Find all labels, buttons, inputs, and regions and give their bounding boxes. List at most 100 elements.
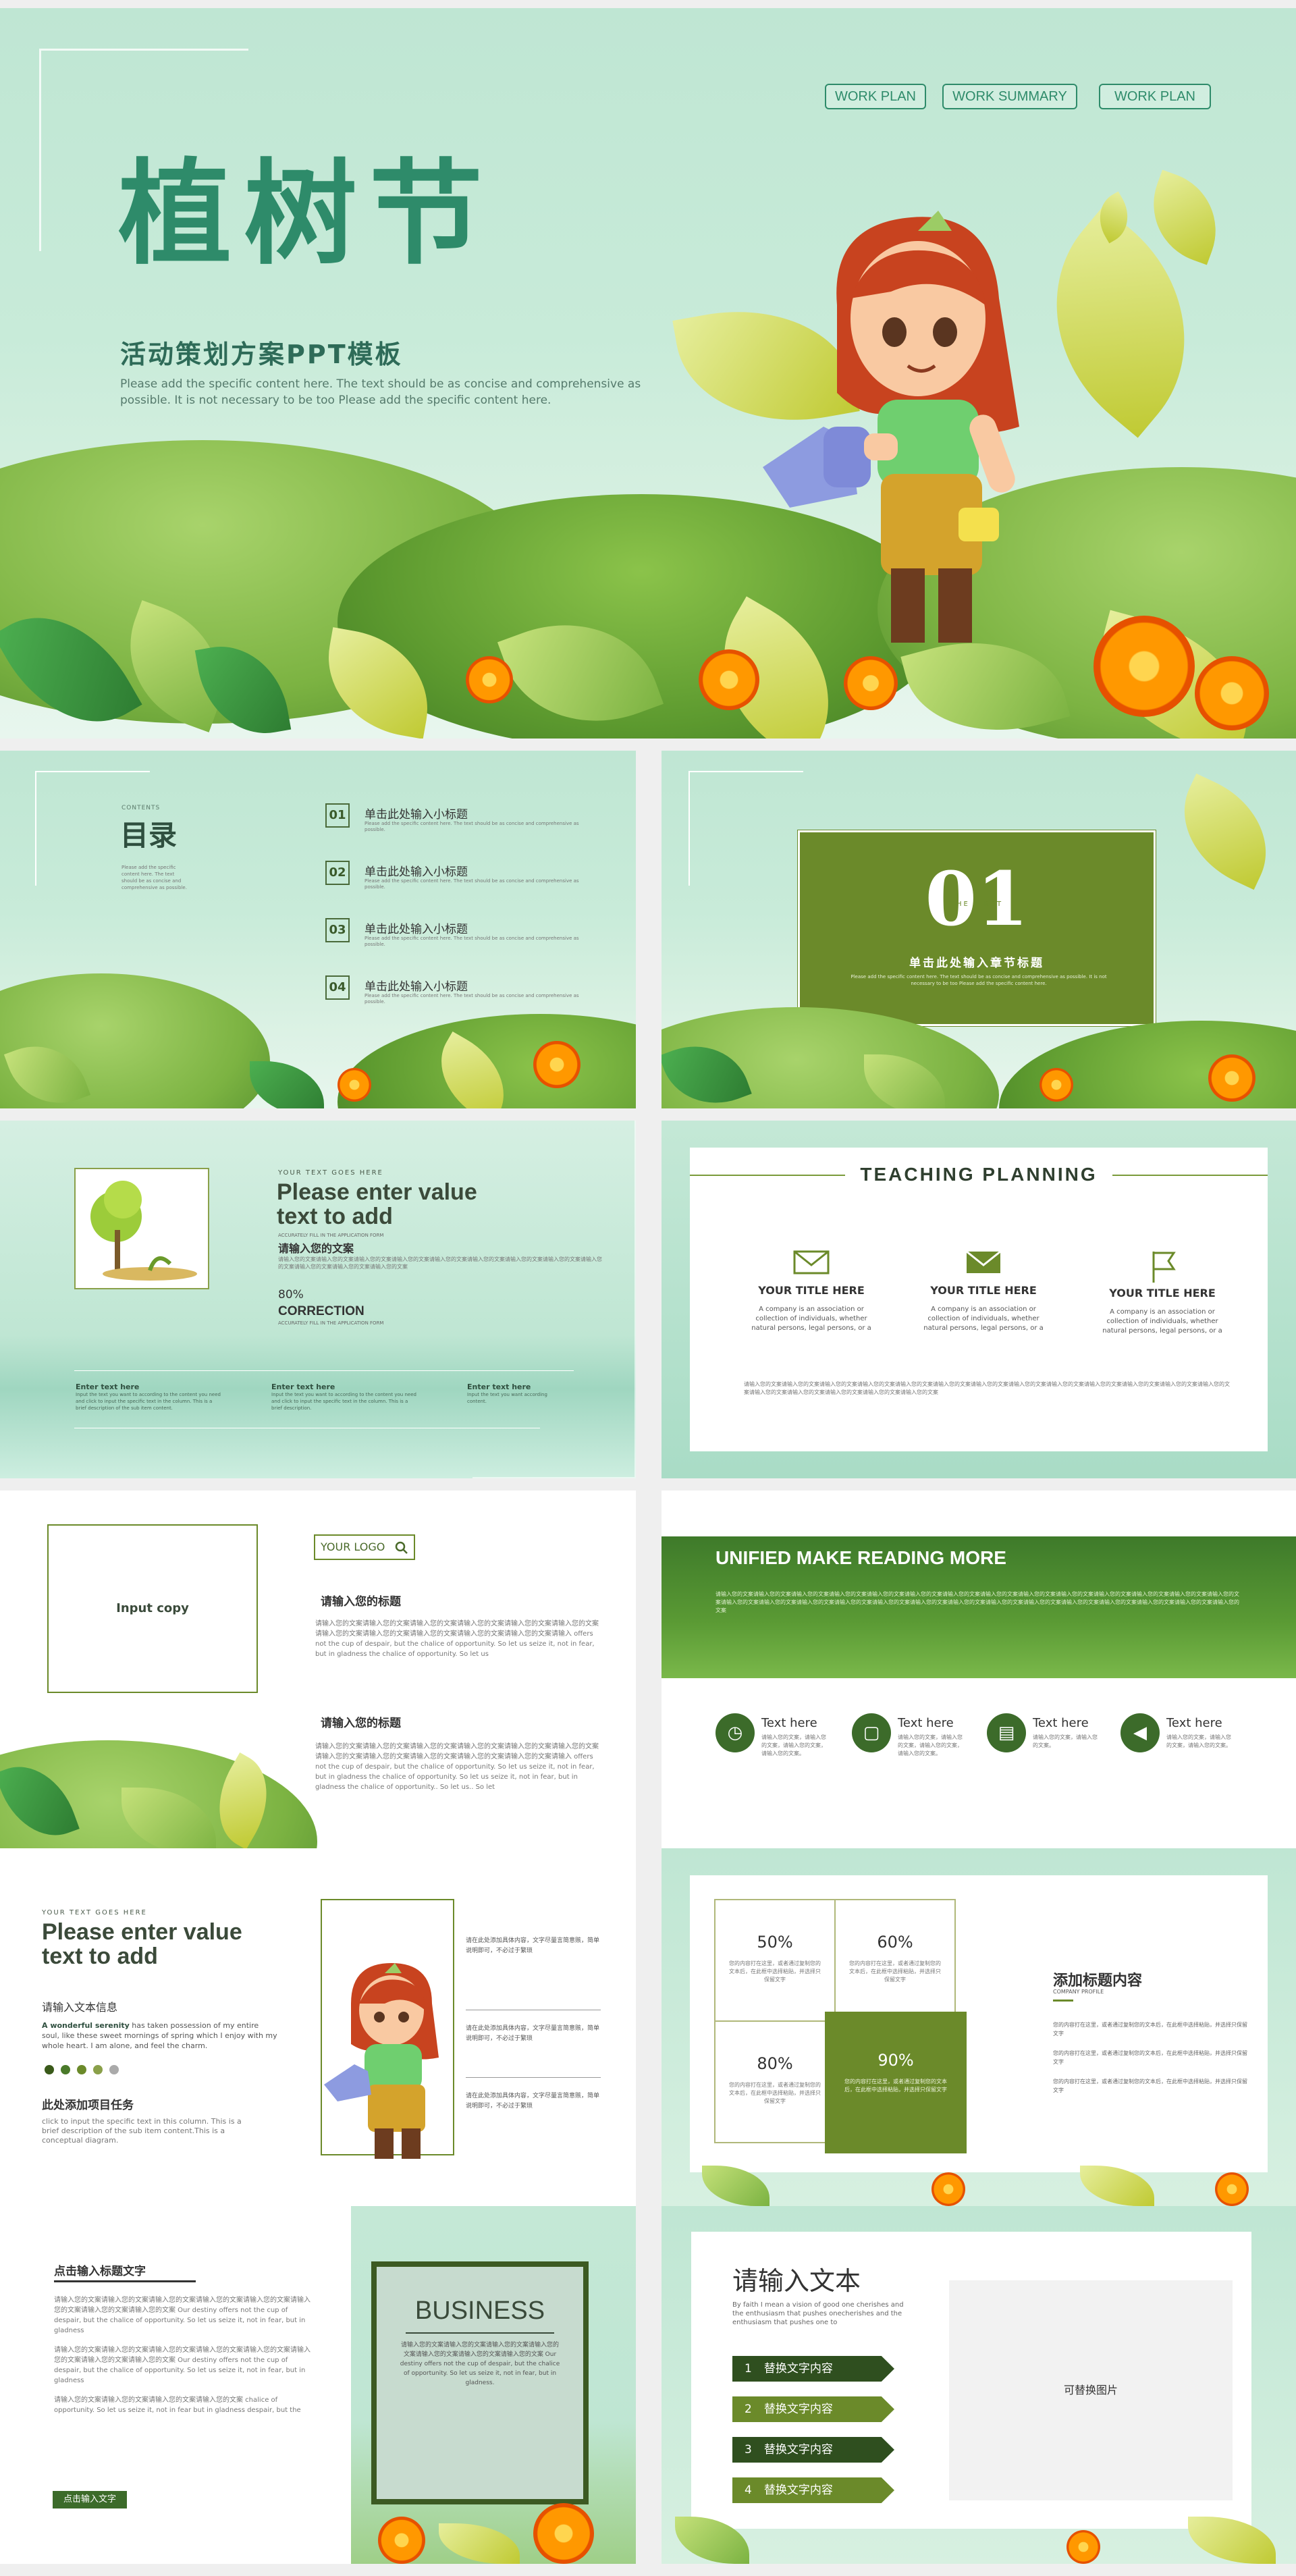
final-item-label: 替换文字内容 (763, 2403, 833, 2416)
teaching-footer: 请输入您的文案请输入您的文案请输入您的文案请输入您的文案请输入您的文案请输入您的… (744, 1381, 1230, 1395)
leaf-shape (1162, 773, 1289, 890)
dot[interactable] (61, 2065, 70, 2074)
contents-item[interactable]: 01 单击此处输入小标题 Please add the specific con… (325, 803, 609, 861)
flower-shape (1040, 1068, 1073, 1102)
business-box: BUSINESS 请输入您的文案请输入您的文案请输入您的文案请输入您的文案请输入… (371, 2261, 589, 2504)
tree-image-frame (74, 1168, 209, 1289)
your-logo-text: YOUR LOGO (321, 1540, 385, 1553)
percent-value: 90% (878, 2051, 914, 2070)
intro-col-heading: Enter text here (271, 1383, 335, 1391)
girl-info-text: A wonderful serenity has taken possessio… (42, 2020, 278, 2051)
intro-body: 请输入您的文案请输入您的文案请输入您的文案请输入您的文案请输入您的文案请输入您的… (278, 1256, 602, 1270)
final-desc: By faith I mean a vision of good one che… (732, 2301, 904, 2326)
teaching-item: YOUR TITLE HERE A company is an associat… (1095, 1249, 1230, 1336)
percent-text: 您的内容打在这里，或者通过复制您的文本后，在此框中选择粘贴，并选择只保留文字 (849, 1960, 941, 1983)
intro-percent: 80% (278, 1288, 304, 1302)
flower-shape (338, 1068, 371, 1102)
final-item-label: 替换文字内容 (763, 2443, 833, 2457)
business-box-title: BUSINESS (414, 2297, 545, 2325)
clipboard-icon: ▤ (987, 1713, 1026, 1752)
final-slide: 请输入文本 By faith I mean a vision of good o… (662, 2206, 1296, 2564)
girl-small-illustration (324, 1963, 439, 2159)
tab-work-plan-2[interactable]: WORK PLAN (1099, 84, 1211, 109)
girl-right-list: 请在此处添加具体内容，文字尽量言简意赅，简单说明即可，不必过于繁琐 请在此处添加… (466, 1936, 601, 2132)
unified-title: UNIFIED MAKE READING MORE (716, 1547, 1006, 1568)
frame-corner (473, 1121, 636, 1478)
business-button[interactable]: 点击输入文字 (53, 2491, 127, 2508)
your-logo-badge[interactable]: YOUR LOGO (314, 1534, 415, 1560)
teaching-item-title: YOUR TITLE HERE (758, 1284, 865, 1297)
flag-icon (1152, 1252, 1176, 1283)
contents-item[interactable]: 02 单击此处输入小标题 Please add the specific con… (325, 861, 609, 918)
percent-para: 您的内容打在这里，或者通过复制您的文本后，在此框中选择粘贴，并选择只保留文字 (1053, 2078, 1247, 2093)
unified-item-text: 请输入您的文案，请输入您的文案，请输入您的文案，请输入您的文案。 (761, 1734, 826, 1756)
intro-col-heading: Enter text here (467, 1383, 531, 1391)
unified-item-title: Text here (1033, 1716, 1089, 1730)
girl-right-item: 请在此处添加具体内容，文字尽量言简意赅，简单说明即可，不必过于繁琐 (466, 2093, 600, 2110)
divider (74, 1370, 574, 1371)
logo-slide: Input copy YOUR LOGO 请输入您的标题 请输入您的文案请输入您… (0, 1491, 636, 1848)
contents-item-title: 单击此处输入小标题 (364, 923, 468, 936)
business-para: 请输入您的文案请输入您的文案请输入您的文案请输入您的文案请输入您的文案请输入您的… (54, 2346, 310, 2384)
business-para: 请输入您的文案请输入您的文案请输入您的文案请输入您的文案 chalice of … (54, 2396, 301, 2414)
percent-para: 您的内容打在这里，或者通过复制您的文本后，在此框中选择粘贴，并选择只保留文字 (1053, 2050, 1247, 2065)
logo-slide-heading: 请输入您的标题 (321, 1717, 401, 1730)
intro-correction-sub: ACCURATELY FILL IN THE APPLICATION FORM (278, 1320, 384, 1326)
intro-col-text: Input the text you want according conten… (467, 1392, 547, 1404)
final-item[interactable]: 2 替换文字内容 (732, 2396, 894, 2422)
image-placeholder[interactable]: 可替换图片 (949, 2280, 1233, 2500)
final-item[interactable]: 3 替换文字内容 (732, 2437, 894, 2463)
percent-slide: 50% 您的内容打在这里，或者通过复制您的文本后，在此框中选择粘贴，并选择只保留… (662, 1848, 1296, 2206)
contents-item-title: 单击此处输入小标题 (364, 980, 468, 994)
unified-item-title: Text here (761, 1716, 817, 1730)
teaching-slide: TEACHING PLANNING YOUR TITLE HERE A comp… (662, 1121, 1296, 1478)
final-item[interactable]: 4 替换文字内容 (732, 2477, 894, 2503)
dot[interactable] (77, 2065, 86, 2074)
final-item-num: 4 (745, 2484, 752, 2497)
percent-cell: 80% 您的内容打在这里，或者通过复制您的文本后，在此框中选择粘贴，并选择只保留… (714, 2020, 836, 2143)
girl-slide: YOUR TEXT GOES HERE Please enter value t… (0, 1848, 636, 2206)
leaf-shape (439, 2523, 520, 2564)
business-heading: 点击输入标题文字 (54, 2265, 146, 2278)
input-copy-box[interactable]: Input copy (47, 1524, 258, 1693)
teaching-item-text: A company is an association or collectio… (1102, 1308, 1222, 1335)
divider (54, 2280, 196, 2282)
contents-side-text: Please add the specific content here. Th… (122, 865, 187, 890)
leaf-shape (1188, 2517, 1276, 2564)
flower-shape (1094, 616, 1195, 717)
final-item-num: 3 (745, 2443, 752, 2457)
percent-value: 50% (757, 1933, 793, 1952)
unified-item-text: 请输入您的文案，请输入您的文案，请输入您的文案。 (1166, 1734, 1231, 1748)
cover-slide: WORK PLAN WORK SUMMARY WORK PLAN 植树节 活动策… (0, 8, 1296, 739)
final-title: 请输入文本 (732, 2266, 861, 2296)
final-item[interactable]: 1 替换文字内容 (732, 2356, 894, 2382)
divider (690, 1175, 845, 1176)
flower-shape (1208, 1054, 1256, 1102)
dot[interactable] (93, 2065, 103, 2074)
unified-item-text: 请输入您的文案，请输入您的文案。 (1033, 1734, 1098, 1748)
open-mail-icon (966, 1250, 1001, 1273)
dot-indicator (45, 2064, 119, 2077)
flower-shape (1195, 656, 1269, 730)
contents-item[interactable]: 03 单击此处输入小标题 Please add the specific con… (325, 918, 609, 975)
section-small: THE FIRST (950, 901, 1004, 908)
contents-item-desc: Please add the specific content here. Th… (364, 936, 579, 947)
percent-text: 您的内容打在这里，或者通过复制您的文本后，在此框中选择粘贴，并选择只保留文字 (844, 2078, 947, 2093)
leaf-shape (250, 1061, 324, 1108)
logo-slide-body: 请输入您的文案请输入您的文案请输入您的文案请输入您的文案请输入您的文案请输入您的… (315, 1743, 599, 1791)
tab-work-plan[interactable]: WORK PLAN (825, 84, 926, 109)
business-slide: 点击输入标题文字 请输入您的文案请输入您的文案请输入您的文案请输入您的文案请输入… (0, 2206, 636, 2564)
tree-illustration (90, 1181, 197, 1281)
dot[interactable] (45, 2065, 54, 2074)
percent-sub: COMPANY PROFILE (1053, 1989, 1104, 1995)
tab-work-summary[interactable]: WORK SUMMARY (942, 84, 1077, 109)
girl-task-heading: 此处添加项目任务 (42, 2099, 134, 2112)
divider (406, 2332, 554, 2334)
dot[interactable] (109, 2065, 119, 2074)
input-copy-label: Input copy (116, 1601, 189, 1615)
unified-item-text: 请输入您的文案，请输入您的文案，请输入您的文案，请输入您的文案。 (898, 1734, 963, 1756)
final-item-label: 替换文字内容 (763, 2362, 833, 2376)
cover-title: 植树节 (118, 148, 495, 280)
unified-body: 请输入您的文案请输入您的文案请输入您的文案请输入您的文案请输入您的文案请输入您的… (716, 1591, 1239, 1613)
intro-title-line2: text to add (277, 1204, 393, 1229)
